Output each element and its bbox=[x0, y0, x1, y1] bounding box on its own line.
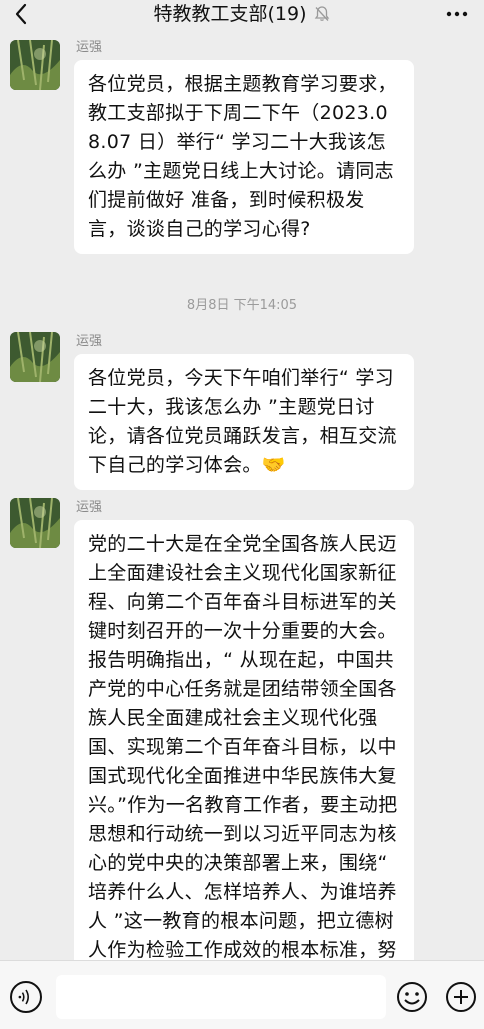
top-bar: 特教教工支部(19) bbox=[0, 0, 484, 30]
message-input[interactable] bbox=[56, 975, 386, 1019]
avatar-image bbox=[10, 40, 60, 90]
voice-icon[interactable] bbox=[10, 981, 42, 1013]
sender-name: 运强 bbox=[76, 334, 103, 349]
message-bubble[interactable]: 各位党员，根据主题教育学习要求，教工支部拟于下周二下午（2023.08.07 日… bbox=[74, 60, 414, 254]
chat-area[interactable]: 运强 各位党员，根据主题教育学习要求，教工支部拟于下周二下午（2023.08.0… bbox=[0, 30, 484, 960]
sender-name: 运强 bbox=[76, 500, 103, 515]
plus-icon[interactable] bbox=[445, 981, 477, 1013]
avatar-image bbox=[10, 332, 60, 382]
mute-bell-icon bbox=[314, 6, 329, 21]
more-icon[interactable] bbox=[444, 2, 470, 26]
message-bubble[interactable]: 党的二十大是在全党全国各族人民迈上全面建设社会主义现代化国家新征程、向第二个百年… bbox=[74, 520, 414, 960]
avatar[interactable] bbox=[10, 498, 60, 548]
sender-name: 运强 bbox=[76, 40, 103, 55]
timestamp: 8月8日 下午14:05 bbox=[186, 298, 298, 313]
avatar[interactable] bbox=[10, 332, 60, 382]
avatar[interactable] bbox=[10, 40, 60, 90]
emoji-icon[interactable] bbox=[396, 981, 428, 1013]
chat-title-area: 特教教工支部(19) bbox=[0, 2, 484, 26]
chat-title: 特教教工支部(19) bbox=[153, 3, 307, 25]
input-bar bbox=[0, 960, 484, 1029]
avatar-image bbox=[10, 498, 60, 548]
message-bubble[interactable]: 各位党员，今天下午咱们举行“ 学习二十大，我该怎么办 ”主题党日讨论，请各位党员… bbox=[74, 354, 414, 490]
